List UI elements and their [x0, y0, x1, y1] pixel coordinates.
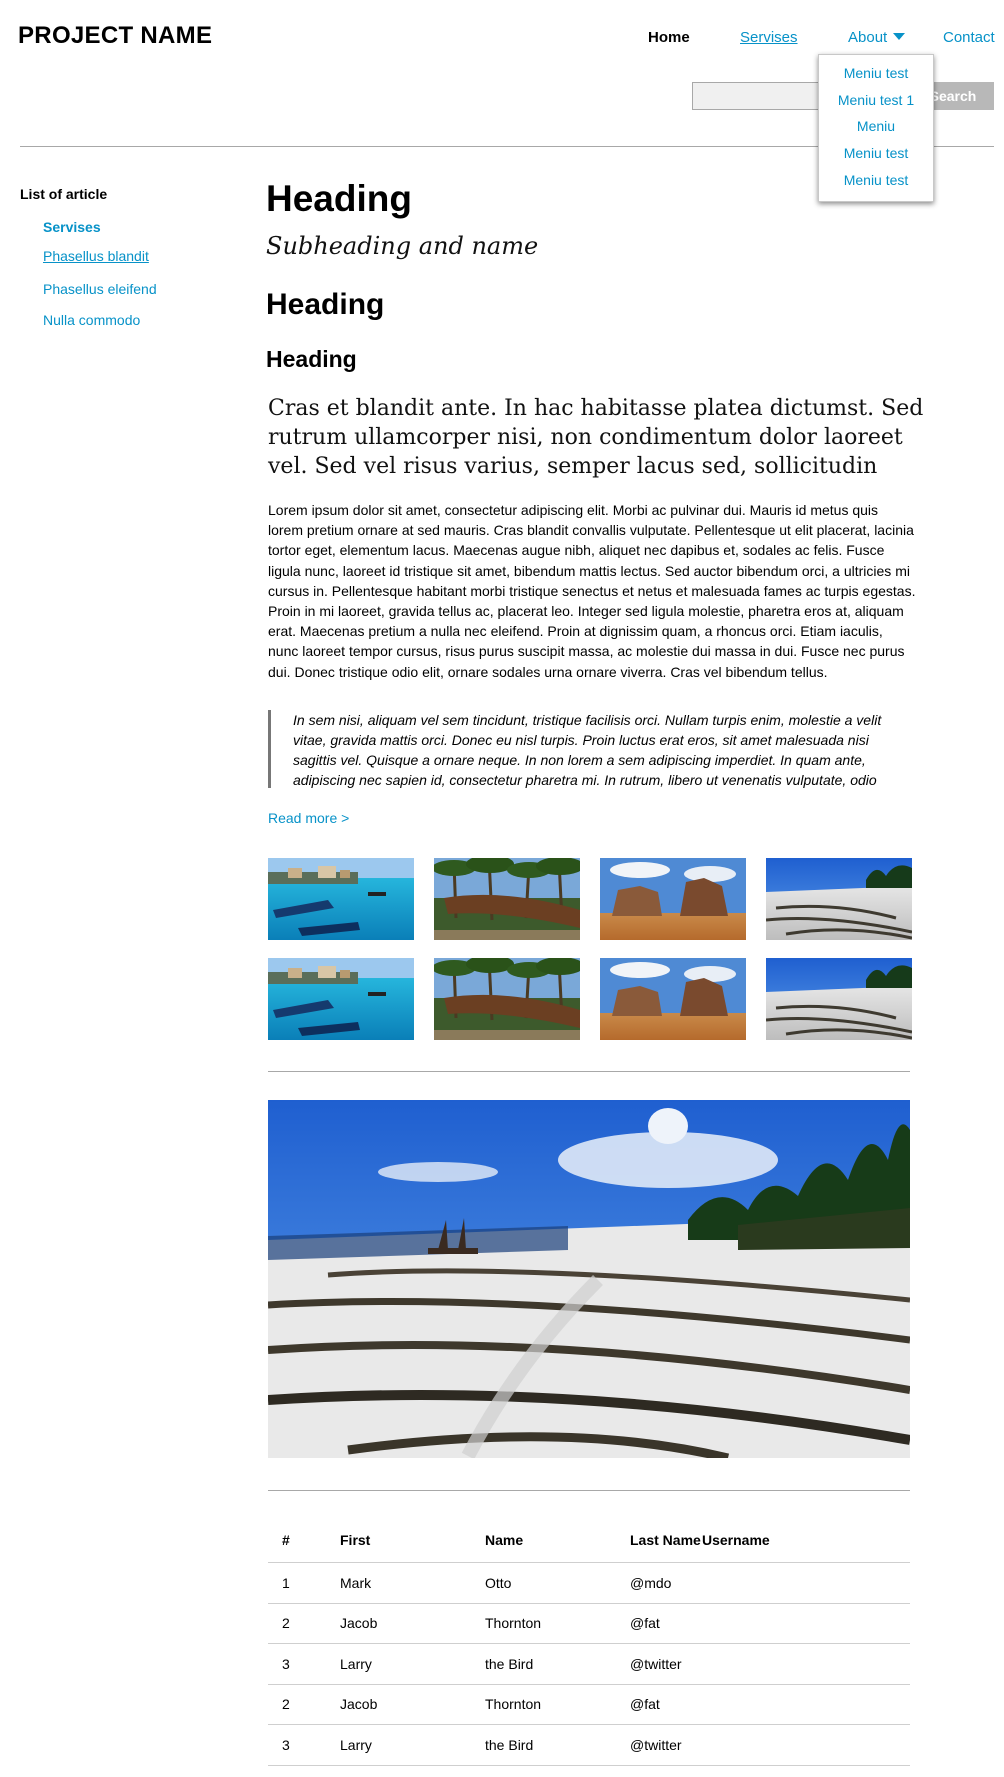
column-header-first: First — [340, 1518, 485, 1563]
page-heading: Heading — [266, 178, 412, 219]
table-row: 2 Jacob Thornton @fat — [268, 1603, 910, 1644]
table-cell: @mdo — [630, 1562, 702, 1604]
dropdown-item[interactable]: Meniu test — [819, 145, 933, 161]
read-more-link[interactable]: Read more > — [268, 810, 349, 826]
section-heading: Heading — [266, 288, 385, 321]
table-cell: 2 — [268, 1684, 340, 1725]
dropdown-item[interactable]: Meniu — [819, 118, 933, 134]
table-cell: Otto — [485, 1562, 630, 1604]
about-dropdown-menu: Meniu test Meniu test 1 Meniu Meniu test… — [818, 54, 934, 202]
column-header-last-name: Last Name — [630, 1518, 702, 1563]
table-cell — [702, 1603, 910, 1644]
table-cell: @fat — [630, 1603, 702, 1644]
section-subheading: Heading — [266, 346, 357, 372]
table-cell: Larry — [340, 1724, 485, 1766]
harbor-boats-photo — [268, 958, 414, 1040]
beach-seaweed-photo — [766, 858, 912, 940]
caret-down-icon — [893, 32, 906, 40]
nav-about[interactable]: About — [848, 29, 906, 46]
gallery-thumbnail-beach[interactable] — [766, 858, 912, 940]
table-cell: 2 — [268, 1603, 340, 1644]
dropdown-item[interactable]: Meniu test — [819, 172, 933, 188]
table-cell: Jacob — [340, 1603, 485, 1644]
gallery-thumbnail-palms[interactable] — [434, 858, 580, 940]
dropdown-item[interactable]: Meniu test 1 — [819, 92, 933, 108]
rock-formation-photo — [600, 858, 746, 940]
table-cell: 3 — [268, 1643, 340, 1685]
column-header-number: # — [268, 1518, 340, 1563]
brand-logo[interactable]: PROJECT NAME — [18, 22, 212, 50]
harbor-boats-photo — [268, 858, 414, 940]
table-row: 2 Jacob Thornton @fat — [268, 1684, 910, 1725]
table-cell: @twitter — [630, 1643, 702, 1685]
palm-boat-photo — [434, 858, 580, 940]
rock-formation-photo — [600, 958, 746, 1040]
table-header-row: # First Name Last Name Username — [268, 1518, 910, 1563]
body-paragraph: Lorem ipsum dolor sit amet, consectetur … — [268, 502, 916, 680]
sidebar-title: List of article — [20, 186, 108, 202]
table-cell: @twitter — [630, 1724, 702, 1766]
table-cell: Larry — [340, 1643, 485, 1685]
sidebar-item-phasellus-blandit[interactable]: Phasellus blandit — [43, 248, 149, 264]
table-cell: Thornton — [485, 1603, 630, 1644]
palm-boat-photo — [434, 958, 580, 1040]
gallery-divider — [268, 1071, 910, 1072]
table-cell: @fat — [630, 1684, 702, 1725]
table-cell: Jacob — [340, 1684, 485, 1725]
table-cell: 1 — [268, 1562, 340, 1604]
subheading: Subheading and name — [266, 232, 539, 260]
users-table: # First Name Last Name Username 1 Mark O… — [268, 1518, 910, 1766]
table-cell: the Bird — [485, 1724, 630, 1766]
blockquote: In sem nisi, aliquam vel sem tincidunt, … — [268, 710, 914, 788]
table-cell: the Bird — [485, 1643, 630, 1685]
table-row: 3 Larry the Bird @twitter — [268, 1643, 910, 1685]
gallery-thumbnail-rocks[interactable] — [600, 858, 746, 940]
nav-home[interactable]: Home — [648, 29, 690, 46]
table-row: 1 Mark Otto @mdo — [268, 1562, 910, 1604]
nav-servises[interactable]: Servises — [740, 29, 798, 46]
featured-photo — [268, 1100, 910, 1458]
column-header-name: Name — [485, 1518, 630, 1563]
dropdown-item[interactable]: Meniu test — [819, 65, 933, 81]
nav-about-label: About — [848, 29, 888, 46]
lead-paragraph: Cras et blandit ante. In hac habitasse p… — [268, 396, 924, 479]
gallery-thumbnail-rocks[interactable] — [600, 958, 746, 1040]
table-cell: Thornton — [485, 1684, 630, 1725]
nav-contact[interactable]: Contact — [943, 29, 995, 46]
column-header-username: Username — [702, 1518, 910, 1563]
gallery-thumbnail-beach[interactable] — [766, 958, 912, 1040]
table-cell: Mark — [340, 1562, 485, 1604]
featured-divider — [268, 1490, 910, 1491]
beach-seaweed-photo — [766, 958, 912, 1040]
sidebar-item-phasellus-eleifend[interactable]: Phasellus eleifend — [43, 281, 157, 297]
table-cell — [702, 1684, 910, 1725]
table-cell — [702, 1562, 910, 1604]
gallery-thumbnail-palms[interactable] — [434, 958, 580, 1040]
sidebar-item-nulla-commodo[interactable]: Nulla commodo — [43, 312, 140, 328]
table-row: 3 Larry the Bird @twitter — [268, 1724, 910, 1766]
sidebar-item-servises[interactable]: Servises — [43, 219, 101, 235]
table-cell — [702, 1724, 910, 1766]
gallery-thumbnail-harbor[interactable] — [268, 958, 414, 1040]
table-cell: 3 — [268, 1724, 340, 1766]
table-cell — [702, 1643, 910, 1685]
beach-seaweed-photo — [268, 1100, 910, 1458]
gallery-thumbnail-harbor[interactable] — [268, 858, 414, 940]
